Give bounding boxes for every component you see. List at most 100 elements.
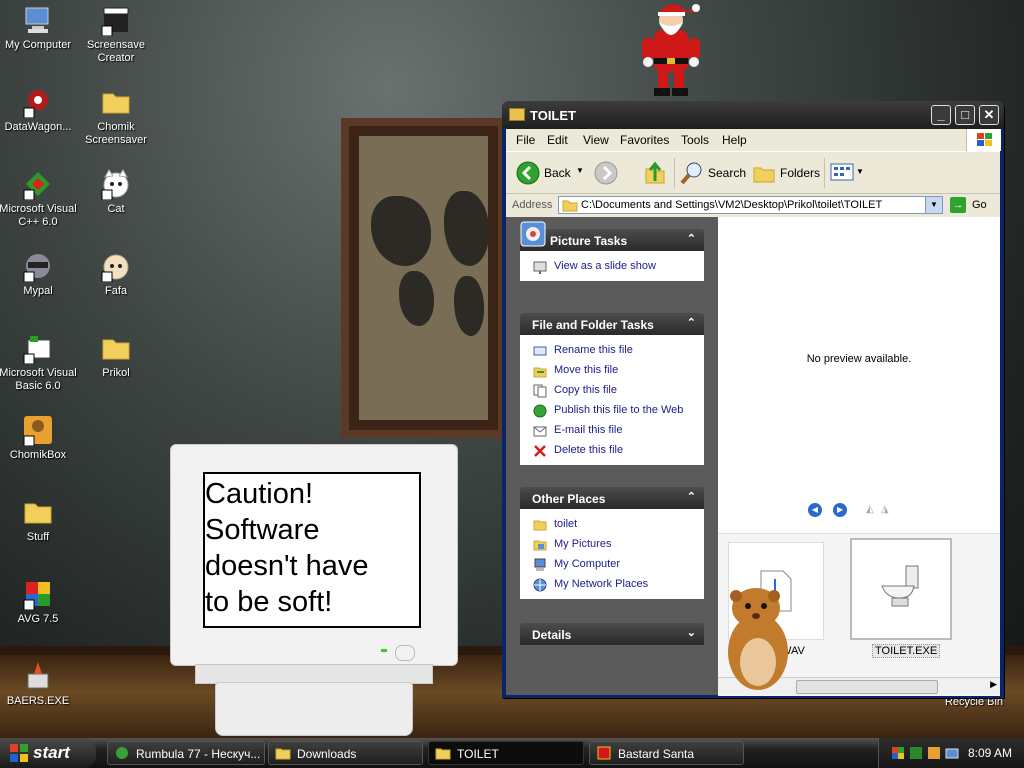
task-rumbula[interactable]: Rumbula 77 - Нескуч...	[107, 741, 265, 765]
desktop-icon-avg[interactable]: AVG 7.5	[0, 578, 78, 626]
minimize-button[interactable]: _	[931, 105, 951, 125]
desktop-icon-screensave-creator[interactable]: Screensave Creator	[76, 4, 156, 65]
details-header[interactable]: Details ⌄	[520, 623, 704, 645]
task-downloads[interactable]: Downloads	[268, 741, 423, 765]
hamster-image[interactable]	[722, 586, 792, 692]
picture-tasks-header[interactable]: Picture Tasks ⌃	[520, 221, 704, 251]
menu-favorites[interactable]: Favorites	[620, 133, 669, 147]
address-dropdown-button[interactable]: ▼	[925, 197, 942, 213]
clock: 8:09 AM	[968, 746, 1013, 760]
desktop-icon-baers[interactable]: BAERS.EXE	[0, 660, 78, 708]
next-image-icon[interactable]: ▶	[833, 503, 848, 517]
santa-claus-image[interactable]	[636, 0, 706, 100]
painting-canvas	[359, 136, 489, 420]
scroll-right-arrow-icon[interactable]: ▶	[990, 679, 997, 690]
fafa-cat-icon	[101, 254, 129, 282]
continent-shape	[444, 191, 489, 266]
place-my-computer[interactable]: My Computer	[520, 555, 704, 575]
mypal-raccoon-icon	[23, 254, 50, 282]
address-input[interactable]: C:\Documents and Settings\VM2\Desktop\Pr…	[558, 196, 943, 214]
task-email-file[interactable]: E-mail this file	[520, 421, 704, 441]
task-delete-file[interactable]: Delete this file	[520, 441, 704, 461]
back-button[interactable]: Back ▼	[514, 160, 586, 186]
task-bastard-santa[interactable]: Bastard Santa	[589, 741, 744, 765]
visual-cpp-icon	[23, 172, 50, 200]
go-button[interactable]: → Go	[948, 196, 996, 216]
search-button[interactable]: Search	[680, 160, 748, 186]
picture-tasks-icon	[520, 221, 546, 247]
folder-icon	[102, 339, 130, 360]
power-button-icon	[395, 645, 415, 661]
folders-button[interactable]: Folders	[752, 160, 822, 186]
close-button[interactable]: ✕	[979, 105, 999, 125]
folder-icon	[533, 520, 547, 531]
task-view-slideshow[interactable]: View as a slide show	[520, 257, 704, 277]
place-my-pictures[interactable]: My Pictures	[520, 535, 704, 555]
tray-avg-icon[interactable]	[909, 746, 923, 760]
task-toilet[interactable]: TOILET	[428, 741, 584, 765]
desktop-icon-mypal[interactable]: Mypal	[0, 250, 78, 298]
maximize-button[interactable]: □	[955, 105, 975, 125]
chevron-down-icon: ▼	[576, 166, 584, 175]
my-computer-icon	[534, 558, 546, 571]
task-copy-file[interactable]: Copy this file	[520, 381, 704, 401]
thumbnail-toilet-exe[interactable]: TOILET.EXE	[850, 538, 952, 658]
desktop-icon-msvc[interactable]: Microsoft Visual C++ 6.0	[0, 168, 78, 229]
rotate-clockwise-icon[interactable]: ◭	[866, 504, 874, 515]
scrollbar-thumb[interactable]	[796, 680, 938, 694]
menu-file[interactable]: File	[516, 133, 535, 147]
menu-view[interactable]: View	[583, 133, 609, 147]
desktop-icon-stuff[interactable]: Stuff	[0, 496, 78, 544]
previous-image-icon[interactable]: ◀	[808, 503, 822, 517]
desktop-icon-fafa[interactable]: Fafa	[76, 250, 156, 298]
delete-icon	[534, 445, 546, 457]
desktop-icon-chomikbox[interactable]: ChomikBox	[0, 414, 78, 462]
back-arrow-icon	[516, 161, 540, 185]
desktop: My Computer DataWagon... Microsoft Visua…	[0, 0, 1024, 738]
task-rename-file[interactable]: Rename this file	[520, 341, 704, 361]
rotate-counterclockwise-icon[interactable]: ◮	[881, 504, 889, 515]
place-toilet[interactable]: toilet	[520, 515, 704, 535]
up-folder-icon[interactable]	[644, 161, 666, 185]
other-places-header[interactable]: Other Places ⌃	[520, 487, 704, 509]
file-folder-tasks-header[interactable]: File and Folder Tasks ⌃	[520, 313, 704, 335]
power-led	[381, 649, 387, 652]
folder-icon	[275, 748, 291, 760]
forward-arrow-icon[interactable]	[594, 161, 618, 185]
views-button[interactable]: ▼	[830, 162, 864, 184]
tray-flag-icon[interactable]	[891, 746, 905, 760]
globe-icon	[533, 404, 547, 418]
menu-tools[interactable]: Tools	[681, 133, 709, 147]
task-move-file[interactable]: Move this file	[520, 361, 704, 381]
desktop-icon-datawagon[interactable]: DataWagon...	[0, 86, 78, 134]
task-publish-web[interactable]: Publish this file to the Web	[520, 401, 704, 421]
menu-edit[interactable]: Edit	[547, 133, 568, 147]
my-computer-icon	[25, 7, 49, 33]
desktop-icon-cat[interactable]: Cat	[76, 168, 156, 216]
windows-flag-icon	[10, 744, 28, 762]
tray-network-icon[interactable]	[945, 746, 959, 760]
browser-icon	[116, 747, 128, 759]
start-button[interactable]: start	[0, 738, 96, 768]
place-my-network[interactable]: My Network Places	[520, 575, 704, 595]
cat-icon	[101, 169, 129, 200]
file-folder-tasks-panel: File and Folder Tasks ⌃ Rename this file…	[520, 313, 704, 465]
chevron-down-icon: ▼	[856, 167, 864, 176]
email-icon	[533, 426, 547, 437]
toilet-icon	[881, 565, 919, 607]
desktop-icon-my-computer[interactable]: My Computer	[0, 4, 78, 52]
expand-icon: ⌄	[686, 627, 696, 639]
desktop-icon-vb6[interactable]: Microsoft Visual Basic 6.0	[0, 332, 78, 393]
my-pictures-icon	[533, 540, 547, 551]
datawagon-icon	[23, 90, 48, 118]
tray-chomik-icon[interactable]	[927, 746, 941, 760]
continent-shape	[371, 196, 431, 266]
menu-help[interactable]: Help	[722, 133, 747, 147]
continent-shape	[454, 276, 484, 336]
folder-icon	[24, 503, 52, 524]
desktop-icon-prikol[interactable]: Prikol	[76, 332, 156, 380]
title-bar[interactable]: TOILET _ □ ✕	[502, 101, 1004, 129]
move-icon	[533, 367, 547, 378]
visual-basic-icon	[23, 336, 51, 364]
desktop-icon-chomik-screensaver[interactable]: Chomik Screensaver	[76, 86, 156, 147]
